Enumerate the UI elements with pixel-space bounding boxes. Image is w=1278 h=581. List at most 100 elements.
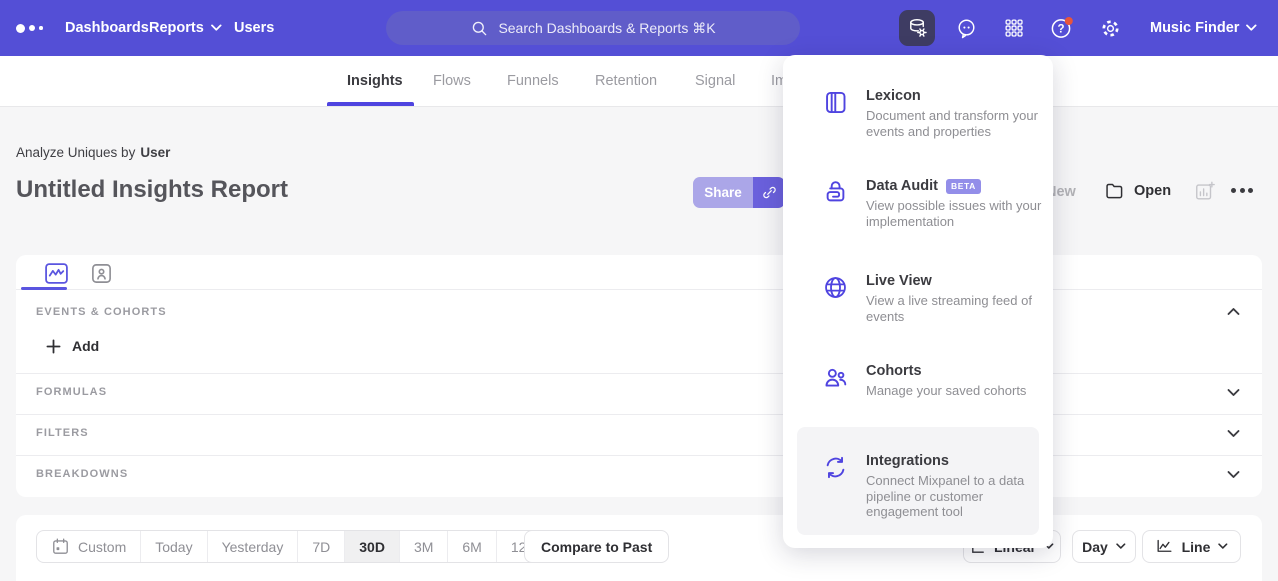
project-name: Music Finder [1150,20,1239,36]
subtitle-prefix: Analyze Uniques by [16,145,135,160]
range-yesterday[interactable]: Yesterday [208,531,299,562]
add-to-dashboard-button[interactable] [1194,180,1216,202]
range-3m[interactable]: 3M [400,531,448,562]
metrics-view-tab[interactable] [44,262,69,285]
menu-item-live-view[interactable]: Live View View a live streaming feed of … [822,273,1048,324]
settings-button[interactable] [1092,10,1128,46]
nav-reports[interactable]: Reports [149,0,222,56]
menu-item-title: Integrations [866,453,1048,469]
active-tab-underline [327,102,414,106]
menu-item-description: View a live streaming feed of events [866,293,1048,324]
help-button[interactable]: ? [1044,10,1080,46]
globe-icon [822,274,849,301]
menu-item-data-audit[interactable]: Data Audit BETA View possible issues wit… [822,178,1048,229]
data-management-menu: Lexicon Document and transform your even… [783,55,1053,548]
audit-lock-icon [822,179,849,206]
chevron-up-icon [1227,307,1240,316]
menu-item-description: Document and transform your events and p… [866,108,1048,139]
section-divider [16,455,1262,456]
add-label: Add [72,338,99,354]
chart-type-label: Line [1182,539,1211,555]
search-input[interactable]: Search Dashboards & Reports ⌘K [386,11,800,45]
folder-icon [1104,180,1125,201]
chevron-down-icon [1227,429,1240,438]
range-6m[interactable]: 6M [448,531,496,562]
tab-retention[interactable]: Retention [595,56,657,106]
menu-item-integrations[interactable]: Integrations Connect Mixpanel to a data … [822,453,1048,520]
line-chart-icon [1155,537,1174,556]
chevron-down-icon [1246,24,1257,32]
project-switcher[interactable]: Music Finder [1150,0,1257,56]
chart-add-icon [1194,180,1216,202]
people-icon [822,364,849,391]
interval-select[interactable]: Day [1072,530,1136,563]
link-icon [761,184,778,201]
menu-item-description: Manage your saved cohorts [866,383,1048,399]
more-options-button[interactable] [1231,188,1253,193]
chart-controls-panel: Custom Today Yesterday 7D 30D 3M 6M 12M … [16,515,1262,581]
section-filters: FILTERS [36,427,89,439]
profiles-view-tab[interactable] [90,262,113,285]
tab-insights[interactable]: Insights [347,56,403,106]
date-range-control: Custom Today Yesterday 7D 30D 3M 6M 12M [36,530,553,563]
query-builder-panel: EVENTS & COHORTS Add FORMULAS FILTERS BR… [16,255,1262,497]
copy-link-button[interactable] [753,177,785,208]
expand-breakdowns-button[interactable] [1227,470,1240,479]
svg-text:?: ? [1057,24,1064,36]
chevron-down-icon [1227,470,1240,479]
collapse-events-button[interactable] [1227,307,1240,316]
interval-label: Day [1082,539,1108,555]
tab-signal[interactable]: Signal [695,56,735,106]
menu-item-title: Cohorts [866,363,1048,379]
top-navigation-bar: Dashboards Reports Users Search Dashboar… [0,0,1278,56]
subtitle-value[interactable]: User [140,145,170,160]
expand-filters-button[interactable] [1227,429,1240,438]
menu-item-description: View possible issues with your implement… [866,198,1048,229]
nav-reports-label: Reports [149,20,204,36]
chevron-down-icon [1218,543,1228,550]
search-icon [470,19,489,38]
sync-icon [822,454,849,481]
section-divider [16,414,1262,415]
apps-grid-button[interactable] [996,10,1032,46]
database-gear-icon [906,17,929,40]
chevron-down-icon [211,24,222,32]
menu-item-description: Connect Mixpanel to a data pipeline or c… [866,473,1048,520]
compare-to-past-button[interactable]: Compare to Past [524,530,669,563]
section-events-cohorts: EVENTS & COHORTS [36,306,167,318]
range-30d[interactable]: 30D [345,531,400,562]
tab-flows[interactable]: Flows [433,56,471,106]
beta-badge: BETA [946,179,981,194]
panel-tab-divider [16,289,1262,290]
help-icon: ? [1049,15,1075,41]
calendar-icon [51,537,70,556]
apps-grid-icon [1003,17,1025,39]
nav-users[interactable]: Users [234,0,274,56]
menu-item-lexicon[interactable]: Lexicon Document and transform your even… [822,88,1048,139]
data-management-button[interactable] [899,10,935,46]
menu-item-title: Lexicon [866,88,1048,104]
tab-funnels[interactable]: Funnels [507,56,559,106]
open-report-button[interactable]: Open [1104,180,1171,201]
section-breakdowns: BREAKDOWNS [36,468,128,480]
menu-item-title: Data Audit [866,178,938,194]
mixpanel-logo[interactable] [16,0,43,56]
notification-dot [1065,17,1073,25]
range-7d[interactable]: 7D [298,531,345,562]
range-today[interactable]: Today [141,531,207,562]
section-formulas: FORMULAS [36,386,107,398]
gear-icon [1099,17,1122,40]
range-custom[interactable]: Custom [37,531,141,562]
nav-dashboards[interactable]: Dashboards [65,0,149,56]
add-event-button[interactable]: Add [46,338,99,354]
expand-formulas-button[interactable] [1227,388,1240,397]
range-custom-label: Custom [78,539,126,555]
share-button-group: Share [693,177,785,208]
open-label: Open [1134,183,1171,199]
share-button[interactable]: Share [693,177,753,208]
report-title[interactable]: Untitled Insights Report [16,176,288,204]
menu-item-cohorts[interactable]: Cohorts Manage your saved cohorts [822,363,1048,399]
messages-button[interactable] [948,10,984,46]
chevron-down-icon [1227,388,1240,397]
chart-type-select[interactable]: Line [1142,530,1241,563]
